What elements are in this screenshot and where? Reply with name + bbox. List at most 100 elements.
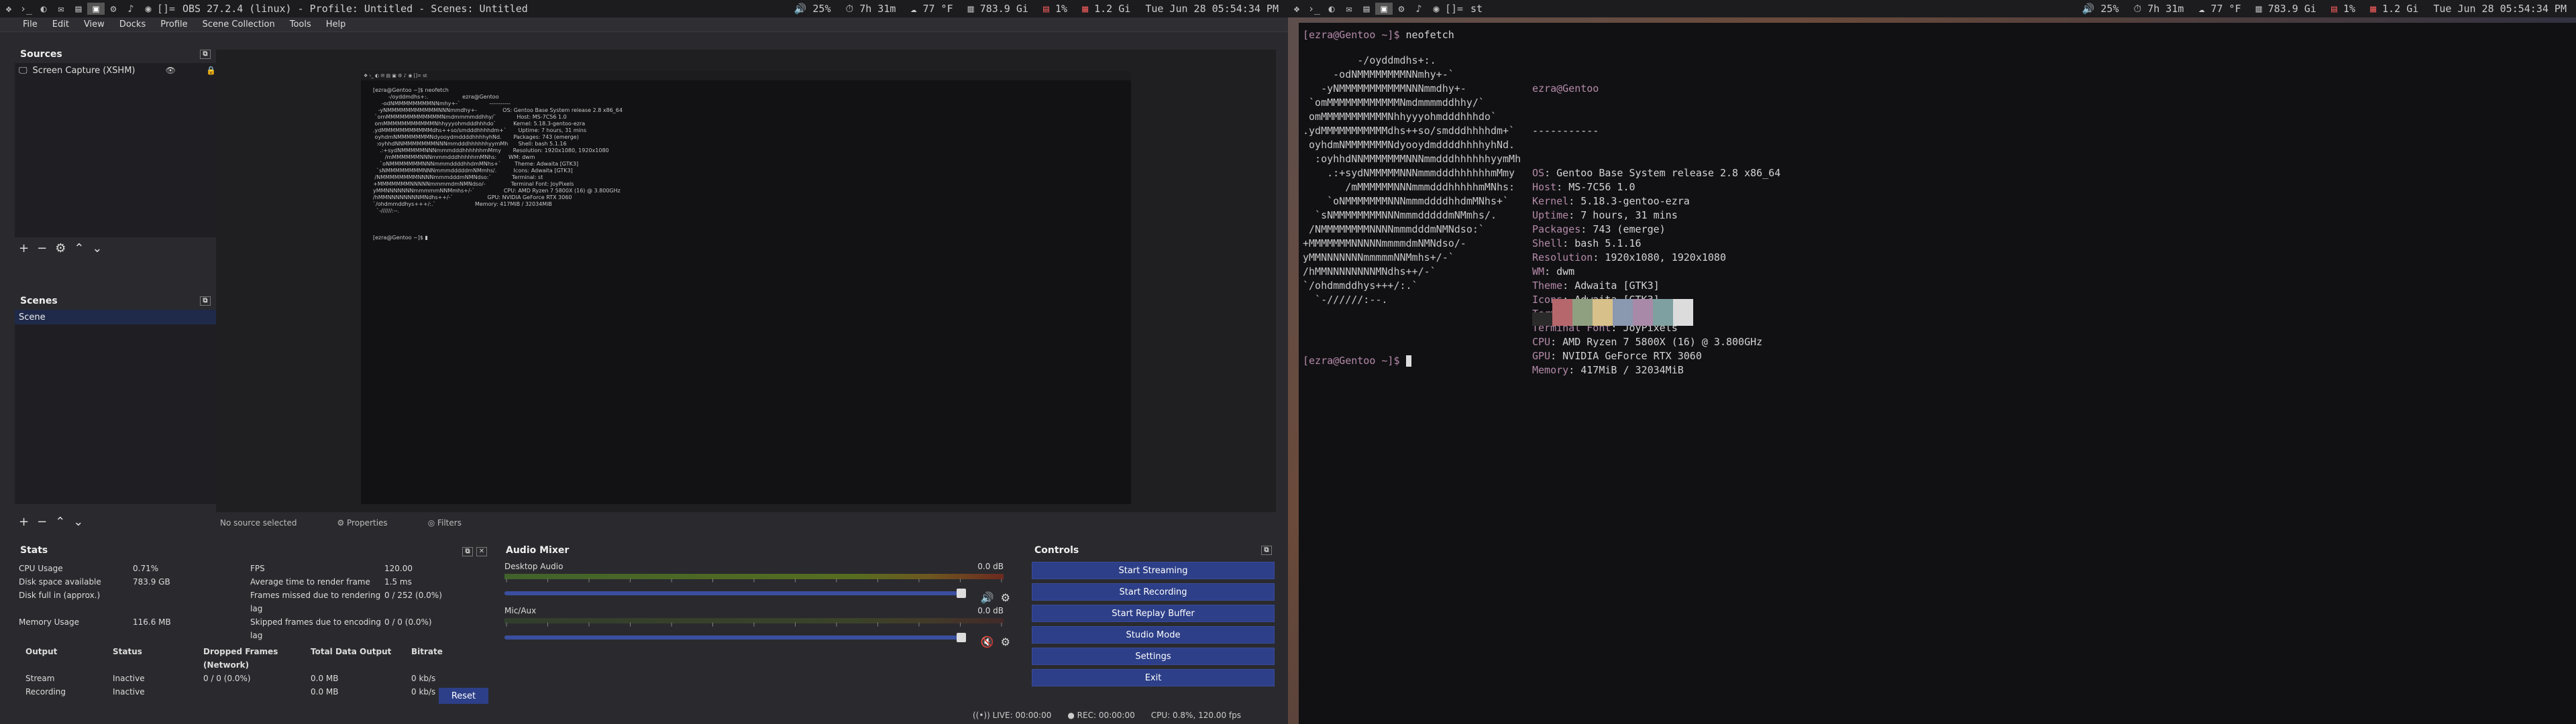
menu-view[interactable]: View [84,19,105,29]
scene-item[interactable]: Scene [15,310,216,324]
stats-dock: Stats ⧉ ✕ CPU Usage 0.71% FPS 120.00 Disk sp… [15,543,492,704]
info-value: dwm [1556,265,1575,278]
preview-canvas[interactable]: ❖ ›_ ◐ ✉ ▤ ▣ ⚙ ♪ ◉ []= st [ezra@Gentoo ~… [361,71,1131,504]
controls-dock: Controls ⧉ Start Streaming Start Recordin… [1029,543,1277,704]
cell: 0 kb/s [411,674,436,683]
undock-icon[interactable]: ⧉ [200,50,211,59]
menu-file[interactable]: File [23,19,38,29]
volume-slider[interactable] [504,633,966,642]
move-down-icon[interactable]: ⌄ [73,515,83,529]
remove-scene-icon[interactable]: − [37,515,47,529]
tag-9-icon[interactable]: ◉ [1428,3,1445,15]
menu-docks[interactable]: Docks [119,19,146,29]
layout-icon[interactable]: []= [1445,3,1463,15]
prompt: [ezra@Gentoo ~]$ [1303,29,1400,41]
tag-2-icon[interactable]: ›_ [17,3,35,15]
stat-label: FPS [250,564,265,573]
tag-6-icon[interactable]: ▣ [1375,3,1393,15]
menu-tools[interactable]: Tools [290,19,311,29]
source-label: Screen Capture (XSHM) [32,65,136,76]
tag-8-icon[interactable]: ♪ [1410,3,1428,15]
terminal-window[interactable]: [ezra@Gentoo ~]$ neofetch -/oyddmdhs+:. … [1299,23,2576,724]
monitor-icon: 🖵 [19,65,28,76]
undock-icon[interactable]: ⧉ [200,296,211,306]
move-up-icon[interactable]: ⌃ [55,515,65,529]
preview-mini-bar: ❖ ›_ ◐ ✉ ▤ ▣ ⚙ ♪ ◉ []= st [361,71,1131,80]
tag-2-icon[interactable]: ›_ [1305,3,1323,15]
menu-edit[interactable]: Edit [52,19,69,29]
tag-4-icon[interactable]: ✉ [52,3,70,15]
volume-slider[interactable] [504,589,966,598]
slider-knob[interactable] [957,589,966,598]
color-swatch [1613,299,1633,326]
visibility-eye-icon[interactable]: 👁 [166,66,176,75]
memory-status: ▦ 1.2 Gi [1082,3,1131,15]
tag-8-icon[interactable]: ♪ [122,3,140,15]
menu-scene-collection[interactable]: Scene Collection [203,19,275,29]
tag-7-icon[interactable]: ⚙ [105,3,122,15]
info-line: GPU: NVIDIA GeForce RTX 3060 [1532,350,1702,362]
tag-3-icon[interactable]: ◐ [1323,3,1340,15]
source-item[interactable]: 🖵 Screen Capture (XSHM) 👁 🔒 [15,63,216,78]
memory-status: ▦ 1.2 Gi [2370,3,2419,15]
info-key: Theme [1532,280,1563,292]
tag-3-icon[interactable]: ◐ [35,3,52,15]
tag-6-icon[interactable]: ▣ [87,3,105,15]
gear-icon[interactable]: ⚙ [1001,591,1010,604]
move-up-icon[interactable]: ⌃ [74,241,84,255]
workspace-tags[interactable]: ❖ ›_ ◐ ✉ ▤ ▣ ⚙ ♪ ◉ []= [0,3,175,15]
uptime-status: ⏱ 7h 31m [2133,3,2184,15]
preview-area[interactable]: ❖ ›_ ◐ ✉ ▤ ▣ ⚙ ♪ ◉ []= st [ezra@Gentoo ~… [216,50,1276,512]
separator: ----------- [1532,125,1599,137]
dropped-header: Dropped Frames (Network) [203,647,278,670]
weather-status: ☁ 77 °F [2198,3,2241,15]
remove-source-icon[interactable]: − [37,241,47,255]
add-scene-icon[interactable]: + [19,515,29,529]
reset-button[interactable]: Reset [439,688,488,704]
muted-speaker-icon[interactable]: 🔇 [981,636,994,648]
tag-9-icon[interactable]: ◉ [140,3,157,15]
undock-icon[interactable]: ⧉ [462,546,474,556]
info-line: Memory: 417MiB / 32034MiB [1532,364,1684,376]
slider-knob[interactable] [957,633,966,642]
start-replay-buffer-button[interactable]: Start Replay Buffer [1032,605,1275,622]
tag-1-icon[interactable]: ❖ [1288,3,1305,15]
obs-window: File Edit View Docks Profile Scene Colle… [0,17,1288,724]
source-properties-gear-icon[interactable]: ⚙ [55,241,66,255]
filters-button[interactable]: ◎ Filters [428,518,462,528]
properties-button[interactable]: ⚙ Properties [337,518,387,528]
stat-value: 783.9 GB [133,577,170,587]
color-swatch [1653,299,1673,326]
speaker-icon[interactable]: 🔊 [981,591,994,604]
color-swatch [1633,299,1653,326]
color-swatch [1593,299,1613,326]
start-recording-button[interactable]: Start Recording [1032,583,1275,601]
tag-5-icon[interactable]: ▤ [70,3,87,15]
settings-button[interactable]: Settings [1032,648,1275,665]
tag-5-icon[interactable]: ▤ [1358,3,1375,15]
lock-icon[interactable]: 🔒 [206,66,216,75]
tag-4-icon[interactable]: ✉ [1340,3,1358,15]
obs-status-bar: ((•)) LIVE: 00:00:00 ● REC: 00:00:00 CPU… [0,707,1288,724]
start-streaming-button[interactable]: Start Streaming [1032,562,1275,579]
exit-button[interactable]: Exit [1032,669,1275,686]
studio-mode-button[interactable]: Studio Mode [1032,626,1275,644]
info-key: Memory [1532,364,1569,376]
layout-icon[interactable]: []= [157,3,175,15]
datetime-status: Tue Jun 28 05:54:34 PM [2433,3,2567,15]
undock-icon[interactable]: ⧉ [1261,546,1272,555]
add-source-icon[interactable]: + [19,241,29,255]
close-icon[interactable]: ✕ [476,546,487,556]
channel-db: 0.0 dB [977,562,1004,571]
table-row: Stream Inactive 0 / 0 (0.0%) 0.0 MB 0 kb/s [19,672,478,685]
info-key: Resolution [1532,251,1593,263]
move-down-icon[interactable]: ⌄ [92,241,102,255]
menu-profile[interactable]: Profile [160,19,187,29]
menu-help[interactable]: Help [326,19,346,29]
info-line: Theme: Adwaita [GTK3] [1532,280,1660,292]
stat-value: 116.6 MB [133,617,171,627]
tag-1-icon[interactable]: ❖ [0,3,17,15]
workspace-tags-right[interactable]: ❖ ›_ ◐ ✉ ▤ ▣ ⚙ ♪ ◉ []= [1288,3,1463,15]
gear-icon[interactable]: ⚙ [1001,636,1010,648]
tag-7-icon[interactable]: ⚙ [1393,3,1410,15]
